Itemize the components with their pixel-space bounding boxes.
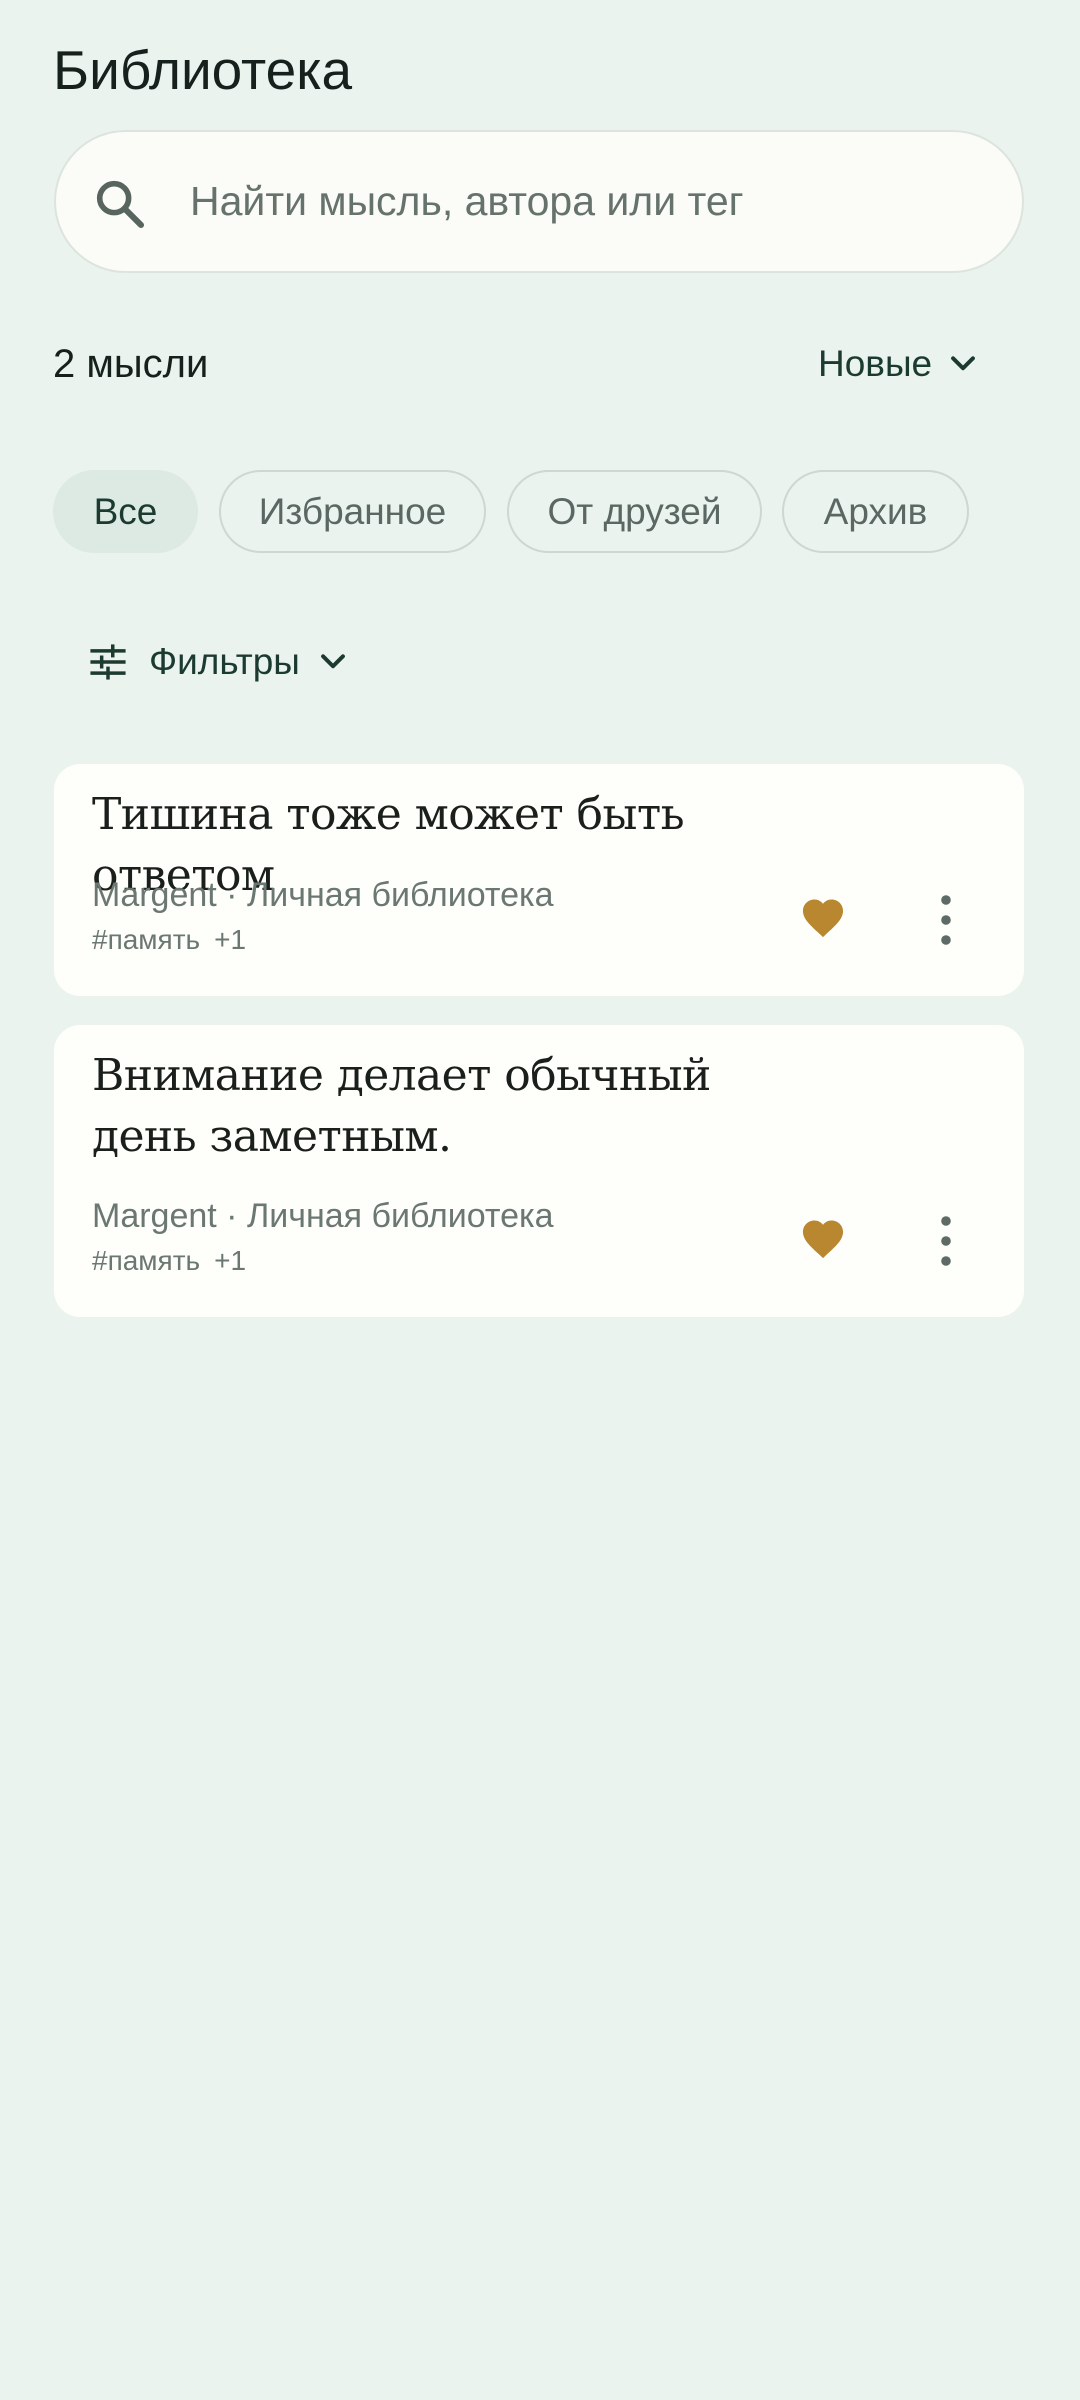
sort-dropdown[interactable]: Новые [818, 336, 980, 392]
heart-icon[interactable] [800, 897, 846, 939]
tab-archive[interactable]: Архив [782, 470, 969, 553]
thought-tags: #память +1 [92, 1243, 246, 1279]
tab-favorites[interactable]: Избранное [219, 470, 486, 553]
more-tags-count[interactable]: +1 [214, 924, 246, 955]
search-input[interactable] [190, 132, 990, 271]
more-tags-count[interactable]: +1 [214, 1245, 246, 1276]
thought-tags: #память +1 [92, 922, 246, 958]
more-vert-icon[interactable] [940, 1214, 952, 1268]
tag-label[interactable]: #память [92, 924, 200, 955]
thought-text: Внимание делает обычный день заметным. [92, 1050, 711, 1162]
page-title: Библиотека [53, 39, 353, 101]
thought-meta: Margent · Личная библиотека [92, 876, 554, 914]
more-vert-icon[interactable] [940, 893, 952, 947]
filters-label: Фильтры [149, 641, 300, 682]
heart-icon[interactable] [800, 1218, 846, 1260]
thought-card[interactable]: Внимание делает обычный день заметным. M… [54, 1025, 1024, 1317]
chevron-down-icon [951, 356, 976, 371]
thought-count: 2 мысли [53, 342, 209, 386]
tab-from-friends[interactable]: От друзей [507, 470, 762, 553]
thought-card[interactable]: Тишина тоже может быть ответом Margent ·… [54, 764, 1024, 996]
sort-label: Новые [818, 343, 933, 384]
chevron-down-icon [320, 654, 345, 669]
search-bar[interactable] [54, 130, 1024, 273]
filters-button[interactable]: Фильтры [89, 636, 350, 688]
search-icon [96, 180, 145, 229]
tune-icon [90, 644, 126, 680]
tab-all[interactable]: Все [53, 470, 198, 553]
thought-meta: Margent · Личная библиотека [92, 1197, 554, 1235]
tag-label[interactable]: #память [92, 1245, 200, 1276]
